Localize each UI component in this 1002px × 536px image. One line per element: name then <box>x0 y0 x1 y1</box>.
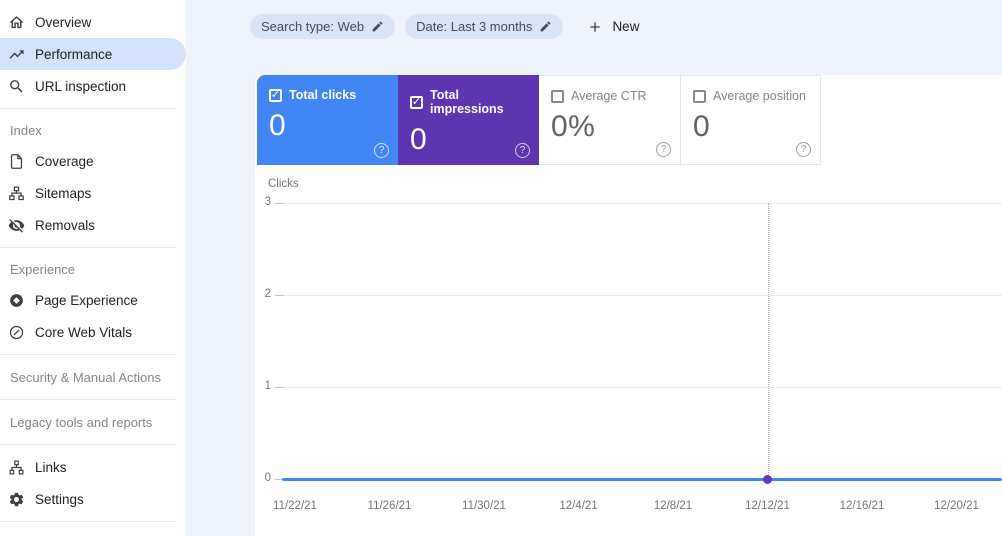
help-icon[interactable]: ? <box>796 142 811 157</box>
sidebar-divider <box>0 247 176 248</box>
metric-value: 0 <box>269 109 287 142</box>
sidebar-divider <box>0 444 176 445</box>
average-position-card[interactable]: ✓ Average position 0 ? <box>680 75 821 165</box>
chart-x-tick-label: 12/16/21 <box>839 500 885 512</box>
sidebar-item-performance[interactable]: Performance <box>0 38 186 70</box>
metric-label: Total clicks <box>289 88 357 102</box>
chart-y-tick-label: 3 <box>264 196 271 208</box>
core-web-vitals-icon <box>6 322 26 342</box>
metric-value: 0 <box>693 110 711 143</box>
links-icon <box>6 457 26 477</box>
sidebar-item-sitemaps[interactable]: Sitemaps <box>0 177 186 209</box>
new-filter-button[interactable]: New <box>579 14 647 39</box>
sidebar-item-removals[interactable]: Removals <box>0 209 186 241</box>
average-position-checkbox[interactable]: ✓ <box>693 89 706 103</box>
search-type-filter-chip[interactable]: Search type: Web <box>250 14 396 39</box>
help-icon[interactable]: ? <box>656 142 671 157</box>
sidebar-item-settings[interactable]: Settings <box>0 483 186 515</box>
sidebar-item-label: Settings <box>35 491 84 507</box>
help-icon[interactable]: ? <box>515 143 530 158</box>
chart-y-axis-title: Clicks <box>268 178 299 190</box>
performance-icon <box>6 44 26 64</box>
metric-label: Average CTR <box>571 89 647 103</box>
date-filter-chip[interactable]: Date: Last 3 months <box>405 14 564 39</box>
sidebar-section-index: Index <box>10 122 42 138</box>
sidebar-item-label: Sitemaps <box>35 185 92 201</box>
average-ctr-checkbox[interactable]: ✓ <box>551 89 564 103</box>
chart-gridline <box>282 295 1002 296</box>
metric-cards: ✓ Total clicks 0 ? ✓ Total impressions 0… <box>257 75 821 165</box>
sidebar-divider <box>0 108 176 109</box>
chart-gridline <box>282 203 1002 204</box>
chart-y-tick-label: 1 <box>264 380 271 392</box>
sidebar-group-legacy-tools[interactable]: Legacy tools and reports <box>0 406 186 438</box>
sidebar-item-label: URL inspection <box>35 78 127 94</box>
highlighted-data-point <box>763 474 772 484</box>
chart-y-tick-label: 2 <box>264 288 271 300</box>
chart-y-tick-mark <box>275 387 284 388</box>
sidebar-item-label: Core Web Vitals <box>35 324 133 340</box>
sidebar-item-url-inspection[interactable]: URL inspection <box>0 70 186 102</box>
chart-y-tick-label: 0 <box>264 472 271 484</box>
sidebar-divider <box>0 399 176 400</box>
sidebar-divider <box>0 521 176 522</box>
pencil-icon <box>372 21 383 32</box>
hover-guide-line <box>767 203 769 479</box>
total-clicks-card[interactable]: ✓ Total clicks 0 ? <box>257 75 398 165</box>
new-button-label: New <box>612 19 640 34</box>
sidebar-item-label: Overview <box>35 14 92 30</box>
sidebar-item-overview[interactable]: Overview <box>0 6 186 38</box>
plus-icon <box>590 21 601 32</box>
sidebar-item-coverage[interactable]: Coverage <box>0 145 186 177</box>
clicks-chart-plot-area: 3 2 1 0 11/22/21 11/26/21 11/30/21 12/4/21 12/8/… <box>265 196 1002 512</box>
filter-label: Search type: Web <box>261 19 365 34</box>
chart-x-tick-label: 11/22/21 <box>273 500 317 512</box>
chart-x-tick-label: 12/4/21 <box>559 500 598 512</box>
help-icon[interactable]: ? <box>374 143 389 158</box>
removals-icon <box>6 215 26 235</box>
chart-x-tick-label: 11/30/21 <box>462 500 506 512</box>
home-icon <box>6 12 26 32</box>
sidebar-item-label: Coverage <box>35 153 94 169</box>
sidebar-item-links[interactable]: Links <box>0 451 186 483</box>
sidebar: Overview Performance URL inspection Inde… <box>0 0 186 536</box>
performance-report-panel: ✓ Total clicks 0 ? ✓ Total impressions 0… <box>255 75 1002 536</box>
sidebar-group-security-manual-actions[interactable]: Security & Manual Actions <box>0 361 186 393</box>
url-inspection-icon <box>6 76 26 96</box>
total-clicks-checkbox[interactable]: ✓ <box>269 88 282 102</box>
clicks-series-line <box>282 477 1002 481</box>
average-ctr-card[interactable]: ✓ Average CTR 0% ? <box>539 75 680 165</box>
sidebar-item-label: Page Experience <box>35 292 138 308</box>
sidebar-item-label: Performance <box>35 46 113 62</box>
chart-x-tick-label: 11/26/21 <box>367 500 412 512</box>
chart-x-tick-label: 12/8/21 <box>653 500 693 512</box>
total-impressions-checkbox[interactable]: ✓ <box>410 95 423 109</box>
metric-label: Total impressions <box>430 88 504 116</box>
coverage-icon <box>6 151 26 171</box>
filter-label: Date: Last 3 months <box>416 19 533 34</box>
sidebar-section-experience: Experience <box>10 261 76 277</box>
metric-label: Average position <box>713 89 806 103</box>
sidebar-item-page-experience[interactable]: Page Experience <box>0 284 186 316</box>
settings-icon <box>6 489 26 509</box>
chart-gridline <box>282 387 1002 388</box>
sidebar-divider <box>0 354 176 355</box>
sidebar-item-label: Links <box>35 459 67 475</box>
chart-x-tick-label: 12/12/21 <box>745 500 790 512</box>
chart-y-tick-mark <box>275 203 284 204</box>
sidebar-item-label: Removals <box>35 217 96 233</box>
total-impressions-card[interactable]: ✓ Total impressions 0 ? <box>398 75 539 165</box>
chart-y-tick-mark <box>275 295 284 296</box>
metric-value: 0 <box>410 123 428 156</box>
metric-value: 0% <box>551 110 596 143</box>
sitemaps-icon <box>6 183 26 203</box>
page-experience-icon <box>6 290 26 310</box>
filter-bar: Search type: Web Date: Last 3 months New <box>186 0 1002 75</box>
chart-x-tick-label: 12/20/21 <box>934 500 979 512</box>
sidebar-item-core-web-vitals[interactable]: Core Web Vitals <box>0 316 186 348</box>
pencil-icon <box>541 21 551 32</box>
